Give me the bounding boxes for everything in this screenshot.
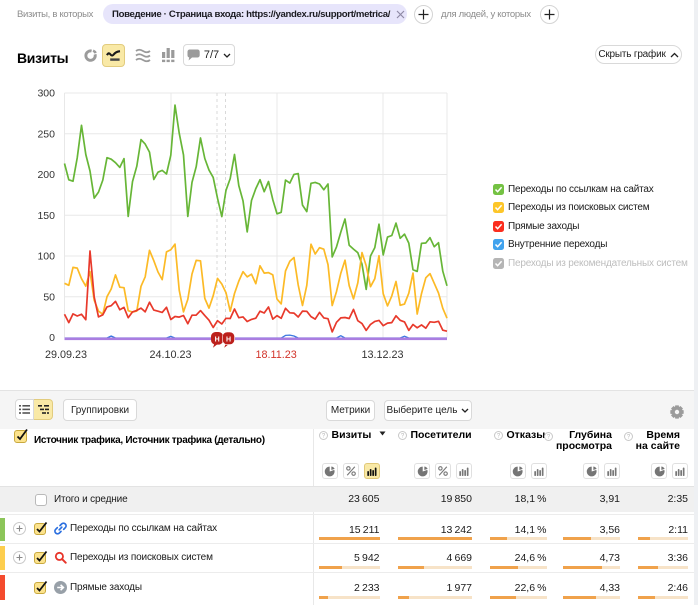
- svg-text:250: 250: [37, 128, 55, 140]
- svg-text:18.11.23: 18.11.23: [256, 349, 297, 361]
- svg-text:13.12.23: 13.12.23: [362, 349, 404, 361]
- svg-text:24.10.23: 24.10.23: [150, 349, 192, 361]
- svg-text:200: 200: [37, 169, 55, 181]
- svg-text:100: 100: [37, 251, 55, 263]
- svg-text:Н: Н: [226, 337, 231, 344]
- svg-text:150: 150: [37, 210, 55, 222]
- svg-text:Н: Н: [215, 337, 220, 344]
- svg-text:29.09.23: 29.09.23: [45, 349, 87, 361]
- svg-text:50: 50: [43, 291, 55, 303]
- svg-text:0: 0: [49, 332, 55, 344]
- svg-text:300: 300: [37, 88, 55, 100]
